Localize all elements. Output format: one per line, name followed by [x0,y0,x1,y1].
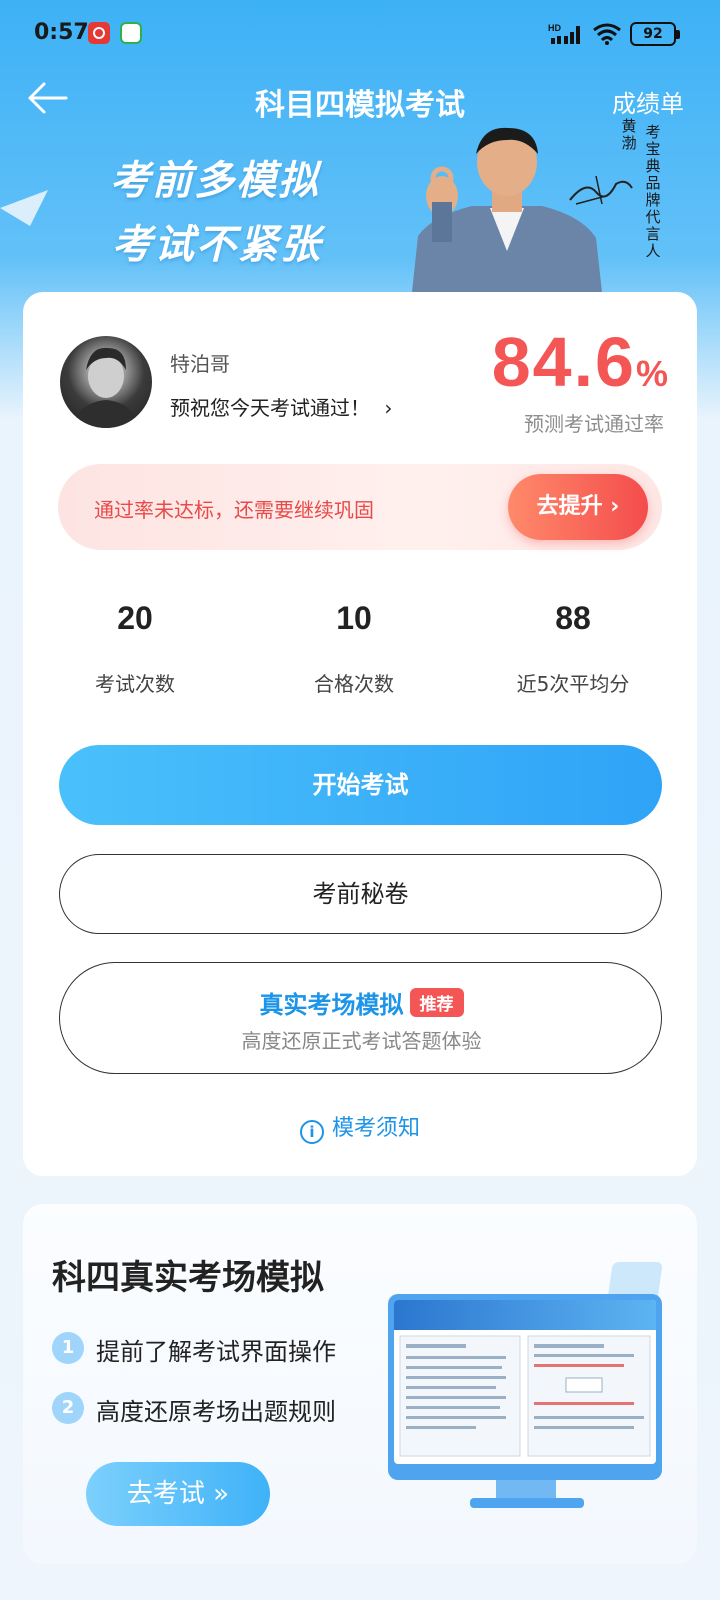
go-exam-button[interactable]: 去考试 » [86,1462,270,1526]
info-icon: i [299,1120,324,1144]
banner-line-2: 考试不紧张 [112,222,322,268]
real-exam-simulation-button[interactable]: 真实考场模拟 推荐 高度还原正式考试答题体验 [59,962,662,1074]
stat-avg-score: 88 [555,600,591,636]
chevron-right-icon: › [610,494,620,519]
feature-number-1: 1 [52,1332,84,1364]
report-card-link[interactable]: 成绩单 [612,84,684,119]
exam-notice-link[interactable]: i 模考须知 [0,1110,720,1144]
feature-item-1: 提前了解考试界面操作 [96,1338,336,1366]
signal-icon: HD [548,23,580,44]
real-exam-subtitle: 高度还原正式考试答题体验 [241,1029,482,1053]
wifi-icon [593,23,621,45]
pass-rate-value: 84.6 [491,323,636,401]
stat-exam-count: 20 [117,600,153,636]
stat-exam-count-label: 考试次数 [95,672,175,696]
svg-text:HD: HD [548,23,561,33]
monitor-base [470,1498,584,1508]
improve-button[interactable]: 去提升 › [508,474,648,540]
pass-rate: 84.6% [492,322,670,402]
secret-paper-button[interactable]: 考前秘卷 [59,854,662,934]
music-app-icon [88,22,110,44]
stat-avg-score-label: 近5次平均分 [516,672,630,696]
paper-decoration [0,190,48,226]
monitor-screen [394,1300,656,1464]
start-exam-button[interactable]: 开始考试 [59,745,662,825]
real-exam-title-row: 真实考场模拟 推荐 [60,985,663,1020]
double-chevron-right-icon: » [213,1479,230,1509]
real-exam-title: 真实考场模拟 [259,991,404,1019]
stat-pass-count-label: 合格次数 [314,672,394,696]
spokesman-caption: 考宝典品牌代言人 [645,123,661,260]
screen-header-bar [394,1300,656,1330]
pass-rate-unit: % [635,353,670,394]
username: 特泊哥 [170,352,230,376]
wish-message[interactable]: 预祝您今天考试通过！ › [170,392,392,421]
recommend-badge: 推荐 [409,988,464,1017]
avatar[interactable] [60,336,152,428]
chevron-right-icon: › [384,396,393,420]
improve-label: 去提升 [536,494,603,519]
wish-text: 预祝您今天考试通过！ [170,396,370,420]
exam-notice-label: 模考须知 [331,1116,420,1141]
signature-image [569,175,633,205]
stat-pass-count: 10 [336,600,372,636]
battery-icon: 92 [630,22,680,46]
feature-number-2: 2 [52,1392,84,1424]
driving-app-icon [120,22,142,44]
status-time: 0:57 [34,20,89,45]
feature-item-2: 高度还原考场出题规则 [96,1398,336,1426]
go-exam-label: 去考试 [126,1479,205,1509]
spokesman-name: 黄渤 [621,117,637,152]
warning-text: 通过率未达标，还需要继续巩固 [94,498,374,522]
promo-title: 科四真实考场模拟 [52,1258,324,1298]
banner-line-1: 考前多模拟 [110,158,320,204]
pass-rate-label: 预测考试通过率 [524,412,664,436]
